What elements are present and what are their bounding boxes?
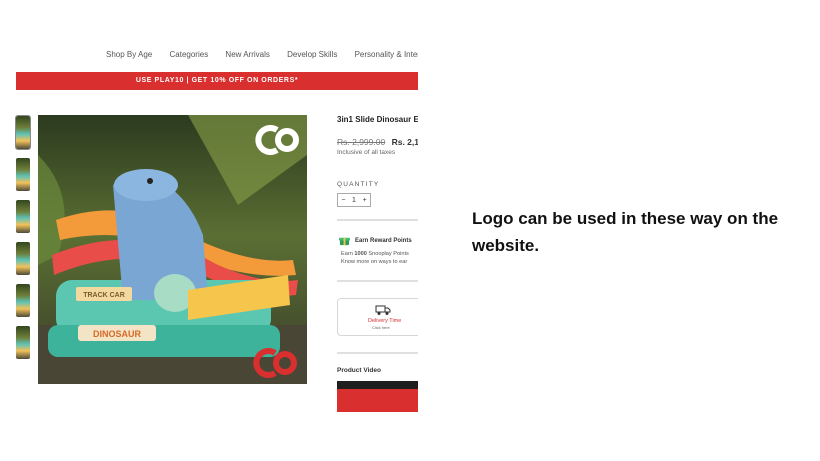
truck-icon	[375, 305, 391, 315]
toy-label-track: TRACK CAR	[83, 292, 125, 299]
nav-item-develop-skills[interactable]: Develop Skills	[287, 50, 337, 59]
delivery-time-title[interactable]: Delivery Time	[368, 318, 401, 324]
thumbnail-2[interactable]	[16, 158, 30, 191]
nav-item-new-arrivals[interactable]: New Arrivals	[225, 50, 269, 59]
quantity-increase-button[interactable]: +	[363, 197, 367, 204]
reward-title: Earn Reward Points	[355, 238, 412, 244]
quantity-label: QUANTITY	[337, 181, 380, 188]
divider	[337, 352, 418, 354]
thumbnail-4[interactable]	[16, 242, 30, 275]
video-top-bar	[337, 381, 418, 389]
price-row: Rs. 2,999.00 Rs. 2,1	[337, 137, 418, 147]
old-price: Rs. 2,999.00	[337, 137, 386, 147]
nav-item-personality-interests[interactable]: Personality & Interests	[355, 50, 418, 59]
main-nav: Shop By Age Categories New Arrivals Deve…	[106, 50, 418, 59]
thumbnail-1[interactable]	[15, 115, 31, 150]
reward-line-suffix: Snooplay Points	[366, 251, 409, 257]
product-video-label: Product Video	[337, 367, 381, 374]
nav-item-categories[interactable]: Categories	[170, 50, 209, 59]
divider	[337, 280, 418, 282]
quantity-stepper: − 1 +	[337, 193, 371, 207]
nav-item-shop-by-age[interactable]: Shop By Age	[106, 50, 152, 59]
tax-note: Inclusive of all taxes	[337, 149, 396, 156]
thumbnail-list	[15, 115, 31, 368]
quantity-value[interactable]: 1	[352, 197, 356, 204]
brand-logo-icon	[255, 125, 299, 155]
quantity-decrease-button[interactable]: −	[341, 197, 345, 204]
delivery-click-here[interactable]: Click here	[372, 325, 390, 330]
toy-label-brand: DINOSAUR	[93, 329, 142, 339]
reward-points: 1000	[354, 251, 367, 257]
brand-logo-red-icon	[253, 348, 297, 378]
divider	[337, 219, 418, 221]
reward-line-prefix: Earn	[341, 251, 355, 257]
slide-caption: Logo can be used in these way on the web…	[472, 209, 779, 255]
website-preview: Shop By Age Categories New Arrivals Deve…	[0, 0, 418, 461]
thumbnail-5[interactable]	[16, 284, 30, 317]
thumbnail-6[interactable]	[16, 326, 30, 359]
product-title: 3in1 Slide Dinosaur El	[337, 115, 418, 124]
reward-description: Earn 1000 Snooplay Points Know more on w…	[341, 250, 409, 266]
product-video-player[interactable]	[337, 381, 418, 412]
thumbnail-3[interactable]	[16, 200, 30, 233]
gift-icon	[339, 237, 350, 246]
sale-price: Rs. 2,1	[391, 137, 418, 147]
promo-banner[interactable]: USE PLAY10 | GET 10% OFF ON ORDERS*	[16, 72, 418, 90]
reward-know-more-link[interactable]: Know more on ways to ear	[341, 258, 409, 266]
